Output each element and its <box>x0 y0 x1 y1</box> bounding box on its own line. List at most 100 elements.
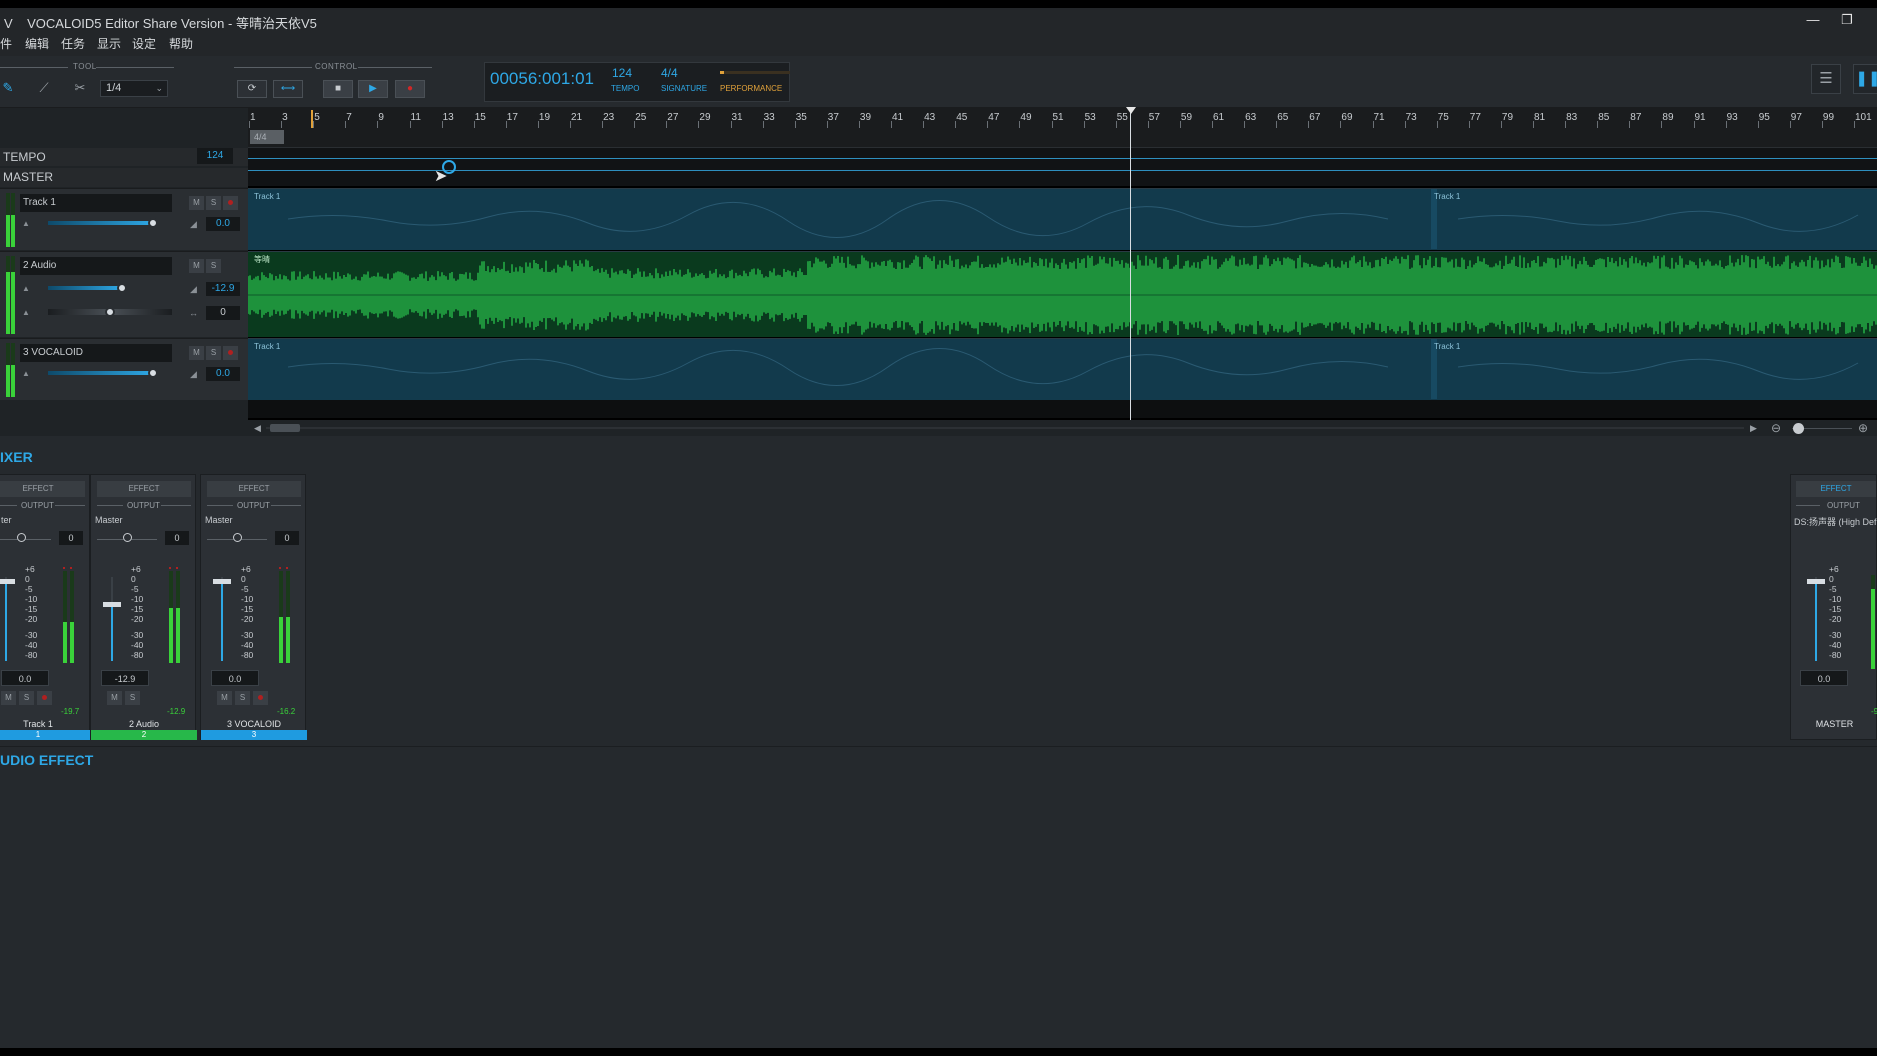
collapse-icon[interactable]: ▲ <box>22 284 30 293</box>
volume-fader[interactable] <box>48 217 172 229</box>
tempo-display[interactable]: 124 <box>612 66 632 80</box>
record-arm-button[interactable] <box>223 196 238 210</box>
solo-button[interactable]: S <box>19 691 34 705</box>
effect-button[interactable]: EFFECT <box>97 481 191 497</box>
pan-value[interactable]: 0 <box>59 531 83 545</box>
volume-db-value[interactable]: -12.9 <box>101 670 149 686</box>
record-arm-button[interactable] <box>223 346 238 360</box>
tempo-lane[interactable] <box>248 148 1877 186</box>
master-fader-knob[interactable] <box>1807 579 1825 585</box>
collapse-icon[interactable]: ▲ <box>22 219 30 228</box>
volume-value[interactable]: -12.9 <box>206 282 240 296</box>
solo-button[interactable]: S <box>206 346 221 360</box>
volume-fader-knob[interactable] <box>148 218 159 228</box>
record-arm-button[interactable] <box>37 691 52 705</box>
time-display[interactable]: 00056:001:01 <box>490 69 594 89</box>
mute-button[interactable]: M <box>1 691 16 705</box>
pan-value[interactable]: 0 <box>165 531 189 545</box>
mute-button[interactable]: M <box>217 691 232 705</box>
solo-button[interactable]: S <box>235 691 250 705</box>
volume-fader-knob[interactable] <box>213 579 231 585</box>
track-lane[interactable]: Track 1 Track 1 <box>248 188 1877 250</box>
record-arm-button[interactable] <box>253 691 268 705</box>
output-select[interactable]: ter <box>1 515 12 525</box>
empty-track-area[interactable] <box>248 400 1877 418</box>
master-db-value[interactable]: 0.0 <box>1800 670 1848 686</box>
solo-button[interactable]: S <box>206 259 221 273</box>
menu-view[interactable]: 显示 <box>97 35 121 52</box>
signature-marker[interactable]: 4/4 <box>250 130 284 144</box>
mute-button[interactable]: M <box>189 346 204 360</box>
volume-db-value[interactable]: 0.0 <box>211 670 259 686</box>
minimize-icon[interactable]: — <box>1802 12 1824 28</box>
volume-fader[interactable] <box>48 282 172 294</box>
signature-display[interactable]: 4/4 <box>661 66 678 80</box>
volume-fader-knob[interactable] <box>148 368 159 378</box>
pencil-tool-icon[interactable]: ✎ <box>0 78 20 98</box>
collapse-icon[interactable]: ▲ <box>22 308 30 317</box>
scroll-right-icon[interactable]: ▶ <box>1750 423 1757 434</box>
loop-start-marker[interactable] <box>311 110 314 128</box>
pan-fader-knob[interactable] <box>105 307 115 317</box>
track-name-field[interactable]: Track 1 <box>20 194 172 212</box>
zoom-in-icon[interactable]: ⊕ <box>1858 421 1868 435</box>
collapse-icon[interactable]: ▲ <box>22 369 30 378</box>
pan-knob[interactable] <box>0 533 51 543</box>
pan-dial[interactable] <box>233 533 242 542</box>
stop-button[interactable]: ■ <box>323 80 353 98</box>
restore-icon[interactable]: ❐ <box>1836 12 1858 28</box>
output-device[interactable]: DS:扬声器 (High Defi <box>1794 515 1877 528</box>
line-tool-icon[interactable]: ⟋ <box>32 78 56 98</box>
signature-lane[interactable] <box>248 128 1877 148</box>
volume-fader[interactable] <box>48 367 172 379</box>
effect-button[interactable]: EFFECT <box>1796 481 1876 497</box>
track-name-field[interactable]: 2 Audio <box>20 257 172 275</box>
volume-fader-knob[interactable] <box>117 283 128 293</box>
mute-button[interactable]: M <box>189 196 204 210</box>
play-button[interactable]: ▶ <box>358 80 388 98</box>
pan-knob[interactable] <box>97 533 157 543</box>
scissors-tool-icon[interactable]: ✂ <box>68 78 92 98</box>
menu-help[interactable]: 帮助 <box>169 35 193 52</box>
pan-value[interactable]: 0 <box>275 531 299 545</box>
autoscroll-button[interactable]: ⟷ <box>273 80 303 98</box>
mixer-view-icon[interactable]: ❚❚ <box>1853 64 1877 94</box>
solo-button[interactable]: S <box>206 196 221 210</box>
volume-value[interactable]: 0.0 <box>206 367 240 381</box>
scroll-left-icon[interactable]: ◀ <box>254 423 261 434</box>
volume-fader-knob[interactable] <box>103 601 121 607</box>
volume-fader-knob[interactable] <box>0 579 15 585</box>
track-header[interactable]: 2 Audio M S ▲ ◢ -12.9 ▲ ↔ 0 <box>0 251 248 337</box>
scrollbar-track[interactable] <box>266 427 1744 429</box>
record-button[interactable]: ● <box>395 80 425 98</box>
zoom-slider-knob[interactable] <box>1793 423 1804 434</box>
pan-fader[interactable] <box>48 306 172 318</box>
track-header[interactable]: Track 1 M S ▲ ◢ 0.0 <box>0 188 248 250</box>
mute-button[interactable]: M <box>107 691 122 705</box>
track-name-field[interactable]: 3 VOCALOID <box>20 344 172 362</box>
menu-edit[interactable]: 编辑 <box>25 35 49 52</box>
track-header[interactable]: 3 VOCALOID M S ▲ ◢ 0.0 <box>0 338 248 400</box>
track-lane[interactable]: Track 1 Track 1 <box>248 338 1877 400</box>
scrollbar-thumb[interactable] <box>270 424 300 432</box>
pan-knob[interactable] <box>207 533 267 543</box>
output-select[interactable]: Master <box>205 515 233 525</box>
output-select[interactable]: Master <box>95 515 123 525</box>
zoom-out-icon[interactable]: ⊖ <box>1771 421 1781 435</box>
menu-settings[interactable]: 设定 <box>132 35 156 52</box>
quantize-select[interactable]: 1/4 ⌄ <box>100 80 168 97</box>
list-view-icon[interactable]: ☰ <box>1811 64 1841 94</box>
loop-button[interactable]: ⟳ <box>237 80 267 98</box>
menu-file[interactable]: 件 <box>0 35 12 52</box>
track-lane[interactable]: 等晴 <box>248 251 1877 337</box>
mute-button[interactable]: M <box>189 259 204 273</box>
playhead-marker[interactable] <box>1126 107 1136 114</box>
pan-dial[interactable] <box>123 533 132 542</box>
effect-button[interactable]: EFFECT <box>207 481 301 497</box>
effect-button[interactable]: EFFECT <box>0 481 85 497</box>
solo-button[interactable]: S <box>125 691 140 705</box>
playhead[interactable] <box>1130 108 1131 420</box>
volume-value[interactable]: 0.0 <box>206 217 240 231</box>
menu-job[interactable]: 任务 <box>61 35 85 52</box>
pan-value[interactable]: 0 <box>206 306 240 320</box>
